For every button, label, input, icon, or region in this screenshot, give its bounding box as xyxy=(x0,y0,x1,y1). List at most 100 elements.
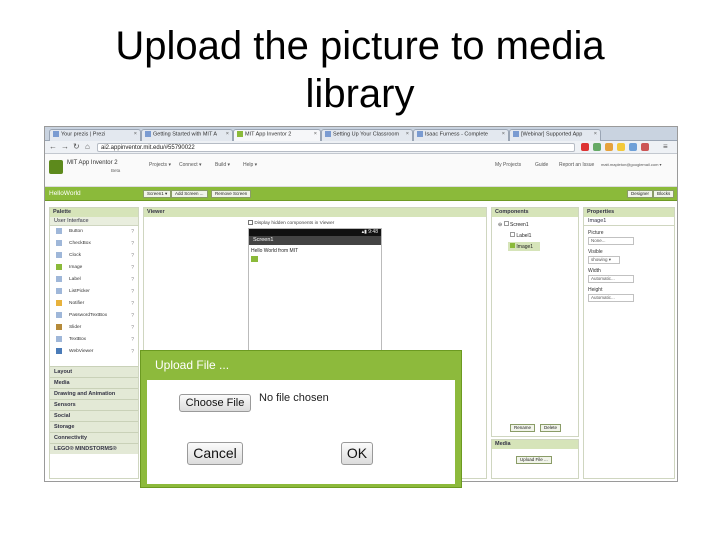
picture-field[interactable]: None... xyxy=(588,237,634,245)
help-icon[interactable]: ? xyxy=(131,226,134,238)
image-icon xyxy=(56,263,62,270)
add-screen-button[interactable]: Add Screen ... xyxy=(171,190,208,198)
blocks-button[interactable]: Blocks xyxy=(653,190,675,198)
palette-item-textbox[interactable]: TextBox? xyxy=(50,334,138,346)
delete-button[interactable]: Delete xyxy=(540,424,562,432)
height-field[interactable]: Automatic... xyxy=(588,294,634,302)
menu-help[interactable]: Help ▾ xyxy=(243,162,257,168)
help-icon[interactable]: ? xyxy=(131,262,134,274)
slide-title-line-2: library xyxy=(305,72,415,116)
palette-item-label: Label xyxy=(69,277,81,282)
close-icon[interactable]: × xyxy=(226,131,229,137)
button-icon xyxy=(56,227,62,234)
category-lego-mindstorms[interactable]: LEGO® MINDSTORMS® xyxy=(50,443,138,454)
palette-item-passwordtextbox[interactable]: PasswordTextBox? xyxy=(50,310,138,322)
palette-item-clock[interactable]: Clock? xyxy=(50,250,138,262)
browser-tab[interactable]: Getting Started with MIT A × xyxy=(141,129,233,141)
palette-item-checkbox[interactable]: CheckBox? xyxy=(50,238,138,250)
extension-icon[interactable] xyxy=(605,143,613,151)
browser-tab[interactable]: Isaac Furness - Complete × xyxy=(413,129,509,141)
user-interface-section[interactable]: User Interface xyxy=(50,217,138,226)
forward-icon[interactable]: → xyxy=(61,143,69,151)
category-connectivity[interactable]: Connectivity xyxy=(50,432,138,443)
help-icon[interactable]: ? xyxy=(131,346,134,358)
close-icon[interactable]: × xyxy=(134,131,137,137)
url-field[interactable]: ai2.appinventor.mit.edu/#55790022 xyxy=(97,143,575,152)
ok-button[interactable]: OK xyxy=(341,442,373,465)
app-inventor-icon xyxy=(237,131,243,137)
home-icon[interactable]: ⌂ xyxy=(85,143,90,151)
palette-item-label: Clock xyxy=(69,253,81,258)
palette-item-label: Image xyxy=(69,265,83,270)
category-media[interactable]: Media xyxy=(50,377,138,388)
report-issue-link[interactable]: Report an Issue xyxy=(559,162,594,168)
reload-icon[interactable]: ↻ xyxy=(73,143,80,151)
extension-icon[interactable] xyxy=(641,143,649,151)
tree-screen1[interactable]: ⊖ Screen1 xyxy=(492,217,578,228)
account-menu[interactable]: matt.mapleton@googlemail.com ▾ xyxy=(601,162,662,167)
label1-preview[interactable]: Hello World from MIT xyxy=(249,245,381,256)
browser-tab[interactable]: Setting Up Your Classroom × xyxy=(321,129,413,141)
close-icon[interactable]: × xyxy=(594,131,597,137)
help-icon[interactable]: ? xyxy=(131,298,134,310)
help-icon[interactable]: ? xyxy=(131,322,134,334)
extension-icon[interactable] xyxy=(617,143,625,151)
components-panel: Components ⊖ Screen1 Label1 Image1 Renam… xyxy=(491,207,579,437)
page-icon xyxy=(513,131,519,137)
menu-projects[interactable]: Projects ▾ xyxy=(149,162,171,168)
palette-item-listpicker[interactable]: ListPicker? xyxy=(50,286,138,298)
help-icon[interactable]: ? xyxy=(131,274,134,286)
extension-icon[interactable] xyxy=(593,143,601,151)
palette-item-label: ListPicker xyxy=(69,289,90,294)
width-field[interactable]: Automatic... xyxy=(588,275,634,283)
menu-build[interactable]: Build ▾ xyxy=(215,162,230,168)
visible-select[interactable]: showing ▾ xyxy=(588,256,620,264)
extension-icon[interactable] xyxy=(581,143,589,151)
remove-screen-button[interactable]: Remove Screen xyxy=(211,190,252,198)
close-icon[interactable]: × xyxy=(314,131,317,137)
tree-image1[interactable]: Image1 xyxy=(508,242,540,251)
palette-item-button[interactable]: Button? xyxy=(50,226,138,238)
checkbox[interactable] xyxy=(248,220,253,225)
palette-item-label[interactable]: Label? xyxy=(50,274,138,286)
browser-tab[interactable]: [Webinar] Supported App × xyxy=(509,129,601,141)
choose-file-button[interactable]: Choose File xyxy=(179,394,251,412)
category-drawing-animation[interactable]: Drawing and Animation xyxy=(50,388,138,399)
palette-item-notifier[interactable]: Notifier? xyxy=(50,298,138,310)
rename-button[interactable]: Rename xyxy=(510,424,536,432)
help-icon[interactable]: ? xyxy=(131,310,134,322)
listpicker-icon xyxy=(56,287,62,294)
category-sensors[interactable]: Sensors xyxy=(50,399,138,410)
palette-item-slider[interactable]: Slider? xyxy=(50,322,138,334)
tree-label1[interactable]: Label1 xyxy=(492,228,578,239)
image1-preview-icon[interactable] xyxy=(251,256,258,262)
help-icon[interactable]: ? xyxy=(131,334,134,346)
checkbox-icon xyxy=(56,239,62,246)
category-layout[interactable]: Layout xyxy=(50,366,138,377)
cancel-button[interactable]: Cancel xyxy=(187,442,243,465)
page-icon xyxy=(145,131,151,137)
upload-file-button[interactable]: Upload File ... xyxy=(516,456,552,464)
close-icon[interactable]: × xyxy=(502,131,505,137)
page-icon xyxy=(325,131,331,137)
back-icon[interactable]: ← xyxy=(49,143,57,151)
extension-icon[interactable] xyxy=(629,143,637,151)
browser-tab-active[interactable]: MIT App Inventor 2 × xyxy=(233,129,321,141)
designer-button[interactable]: Designer xyxy=(627,190,654,198)
guide-link[interactable]: Guide xyxy=(535,162,548,168)
browser-tab[interactable]: Your prezis | Prezi × xyxy=(49,129,141,141)
my-projects-link[interactable]: My Projects xyxy=(495,162,521,168)
help-icon[interactable]: ? xyxy=(131,238,134,250)
display-hidden-components[interactable]: Display hidden components in Viewer xyxy=(248,220,334,226)
menu-icon[interactable]: ≡ xyxy=(663,143,668,151)
category-storage[interactable]: Storage xyxy=(50,421,138,432)
palette-item-webviewer[interactable]: WebViewer? xyxy=(50,346,138,358)
menu-connect[interactable]: Connect ▾ xyxy=(179,162,202,168)
palette-item-image[interactable]: Image? xyxy=(50,262,138,274)
app-inventor-logo xyxy=(49,160,63,174)
help-icon[interactable]: ? xyxy=(131,250,134,262)
screen-selector[interactable]: Screen1 ▾ xyxy=(143,190,172,198)
close-icon[interactable]: × xyxy=(406,131,409,137)
help-icon[interactable]: ? xyxy=(131,286,134,298)
category-social[interactable]: Social xyxy=(50,410,138,421)
